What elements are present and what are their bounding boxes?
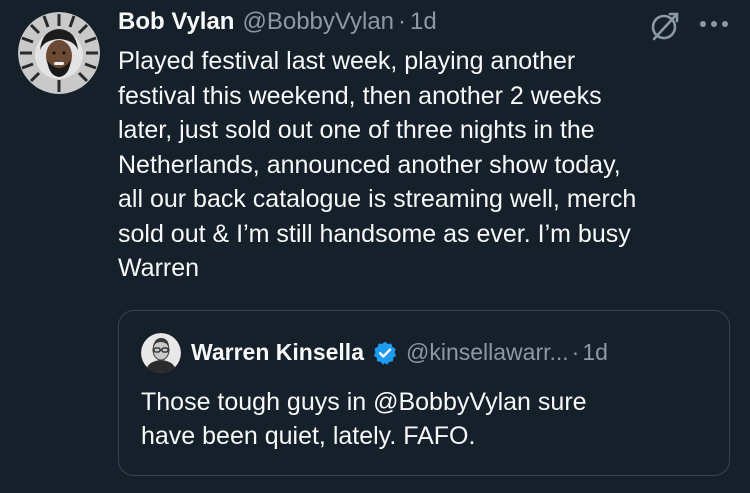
author-avatar[interactable] (18, 12, 100, 94)
tweet[interactable]: Bob Vylan @BobbyVylan · 1d Played festiv… (0, 0, 750, 493)
separator-dot: · (398, 8, 407, 35)
quoted-tweet-timestamp[interactable]: 1d (582, 339, 608, 366)
quoted-text-line: have been quiet, lately. FAFO. (141, 422, 476, 450)
tweet-header: Bob Vylan @BobbyVylan · 1d (118, 8, 437, 38)
author-name[interactable]: Bob Vylan (118, 8, 234, 36)
separator-dot: · (571, 339, 580, 365)
tweet-text-line: festival this weekend, then another 2 we… (118, 81, 602, 110)
tweet-text-line: sold out & I’m still handsome as ever. I… (118, 219, 631, 248)
quoted-tweet[interactable]: Warren Kinsella @kinsellawarr... · 1d Th… (118, 310, 730, 476)
tweet-timestamp[interactable]: 1d (410, 8, 437, 36)
quoted-tweet-text: Those tough guys in @BobbyVylan sure hav… (141, 385, 701, 453)
tweet-text-line: all our back catalogue is streaming well… (118, 185, 637, 213)
tweet-text-line: later, just sold out one of three nights… (118, 116, 595, 144)
quoted-text-line: Those tough guys in @BobbyVylan sure (141, 388, 587, 416)
quoted-tweet-header: Warren Kinsella @kinsellawarr... · 1d (191, 339, 608, 366)
more-icon[interactable] (696, 12, 732, 36)
quoted-author-handle[interactable]: @kinsellawarr... (406, 339, 569, 366)
author-handle[interactable]: @BobbyVylan (242, 8, 394, 36)
tweet-text: Played festival last week, playing anoth… (118, 44, 728, 286)
tweet-text-line: Warren (118, 254, 200, 282)
tweet-text-line: Netherlands, announced another show toda… (118, 150, 621, 179)
tweet-text-line: Played festival last week, playing anoth… (118, 47, 576, 75)
quoted-author-name[interactable]: Warren Kinsella (191, 339, 364, 366)
quoted-author-avatar[interactable] (141, 333, 181, 373)
verified-badge-icon (373, 341, 397, 365)
grok-icon[interactable] (648, 9, 682, 43)
